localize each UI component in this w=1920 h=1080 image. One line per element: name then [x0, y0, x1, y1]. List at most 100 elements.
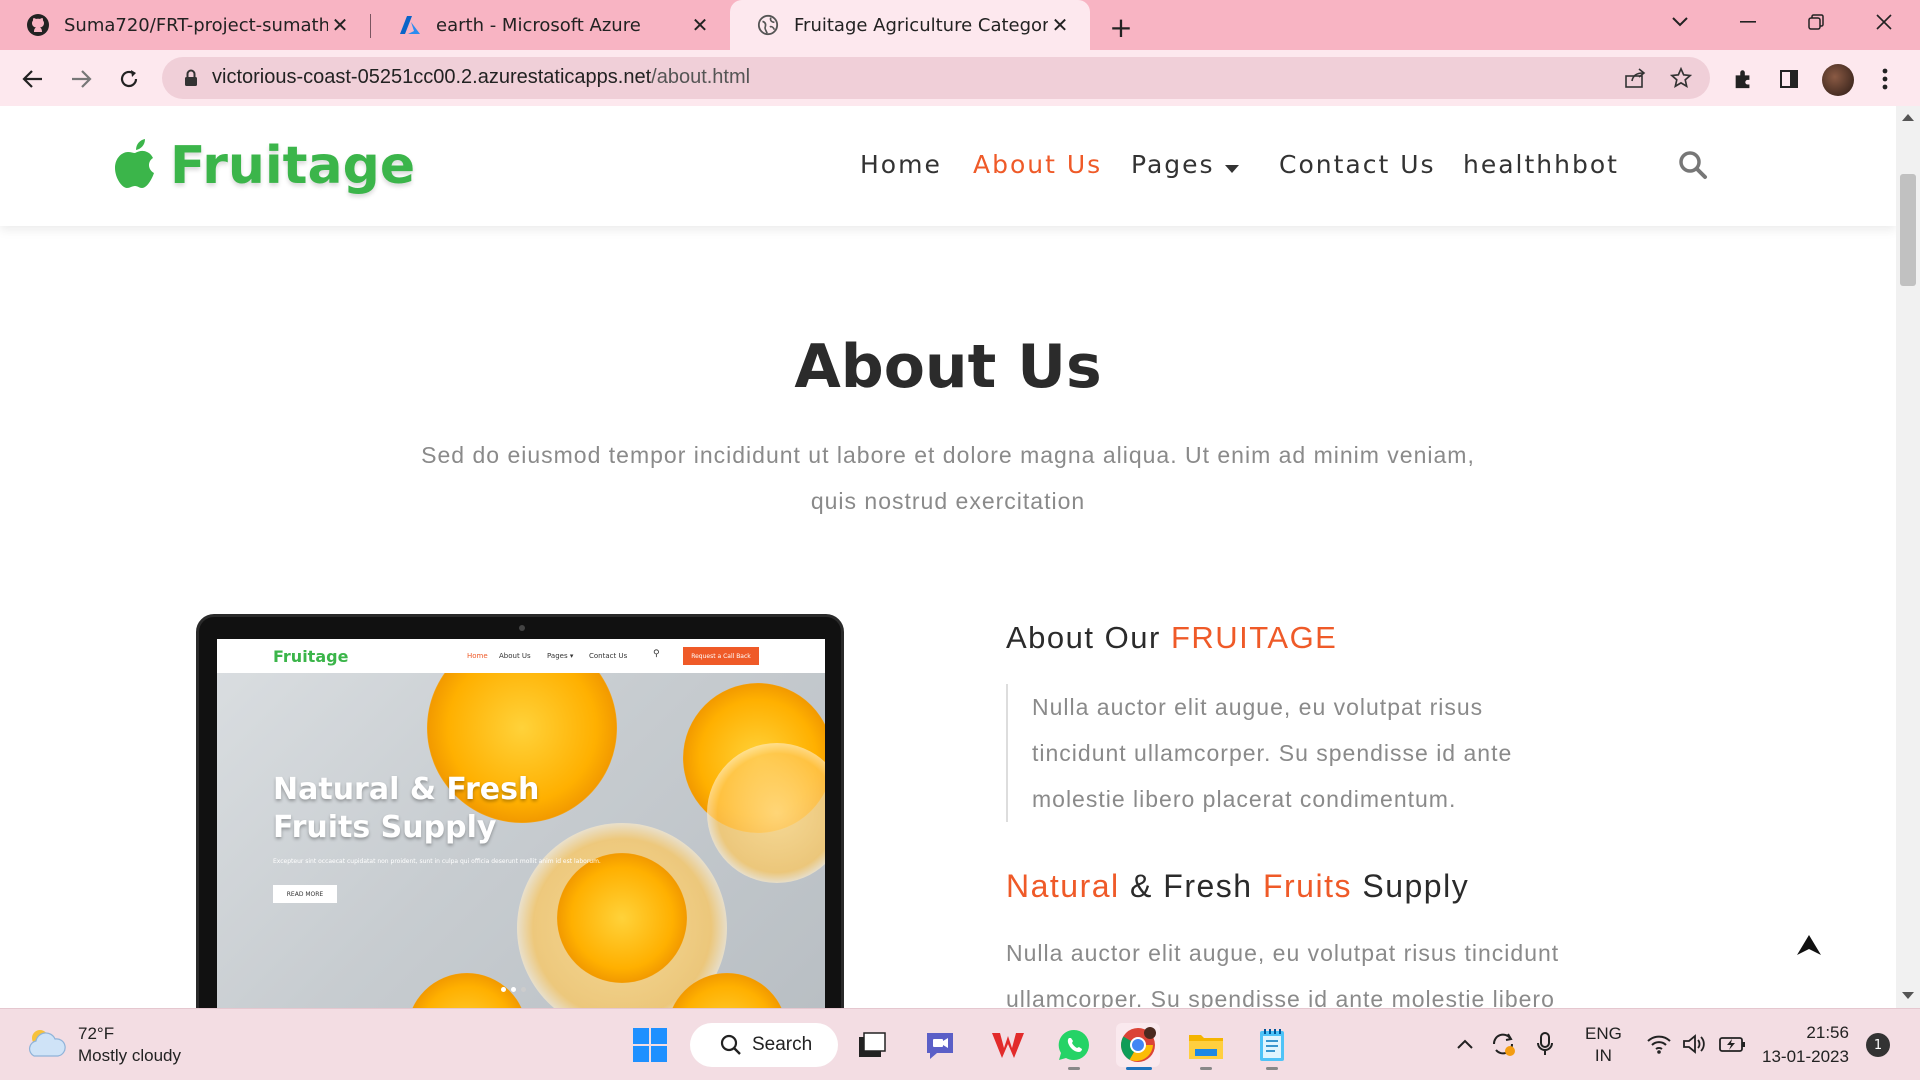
about-paragraph: Nulla auctor elit augue, eu volutpat ris…: [1006, 940, 1560, 1008]
page-scrollbar[interactable]: [1896, 106, 1920, 1008]
wifi-icon[interactable]: [1646, 1033, 1672, 1060]
search-icon[interactable]: [1678, 150, 1708, 184]
nav-pages[interactable]: Pages: [1131, 150, 1239, 179]
natural-fresh-heading: Natural & Fresh Fruits Supply: [1006, 868, 1469, 905]
tab-title: Suma720/FRT-project-sumathi: [64, 14, 328, 36]
whatsapp-icon[interactable]: [1052, 1023, 1096, 1067]
forward-button[interactable]: [64, 62, 98, 96]
menu-kebab-icon[interactable]: [1868, 62, 1902, 96]
heading-word: & Fresh: [1130, 868, 1253, 904]
scroll-thumb[interactable]: [1900, 174, 1916, 286]
task-view-icon[interactable]: [850, 1023, 894, 1067]
search-label: Search: [752, 1034, 813, 1055]
mockup-nav-item: Home: [467, 652, 488, 660]
chrome-icon[interactable]: [1116, 1023, 1160, 1067]
new-tab-button[interactable]: +: [1104, 10, 1138, 44]
taskbar-search[interactable]: Search: [690, 1023, 838, 1067]
address-bar[interactable]: victorious-coast-05251cc00.2.azurestatic…: [162, 57, 1710, 99]
weather-temp: 72°F: [78, 1024, 115, 1043]
heading-word: Fruits: [1262, 868, 1352, 904]
side-panel-icon[interactable]: [1772, 62, 1806, 96]
about-quote: Nulla auctor elit augue, eu volutpat ris…: [1006, 684, 1566, 822]
start-button[interactable]: [628, 1023, 672, 1067]
battery-icon[interactable]: [1718, 1035, 1746, 1058]
azure-icon: [398, 13, 422, 37]
region-code: IN: [1594, 1046, 1612, 1065]
mockup-hero-text: Excepteur sint occaecat cupidatat non pr…: [273, 858, 601, 865]
taskbar-clock[interactable]: 21:56 13-01-2023: [1762, 1021, 1849, 1069]
clock-time: 21:56: [1806, 1023, 1849, 1042]
hero-title-line: Natural & Fresh: [273, 772, 540, 807]
mockup-nav-item: Pages ▾: [547, 652, 574, 660]
bookmark-star-icon[interactable]: [1668, 65, 1694, 91]
mockup-search-icon: ⚲: [653, 649, 660, 659]
weather-desc: Mostly cloudy: [78, 1046, 181, 1065]
globe-icon: [756, 13, 780, 37]
notepad-icon[interactable]: [1250, 1023, 1294, 1067]
app-running-indicator: [1200, 1067, 1212, 1070]
browser-toolbar: victorious-coast-05251cc00.2.azurestatic…: [0, 50, 1920, 106]
mockup-cta: Request a Call Back: [683, 647, 759, 665]
scroll-up-arrow[interactable]: [1902, 114, 1914, 121]
mockup-logo: Fruitage: [273, 647, 349, 666]
site-logo[interactable]: Fruitage: [112, 136, 415, 196]
close-icon[interactable]: ✕: [1048, 13, 1072, 37]
back-button[interactable]: [16, 62, 50, 96]
url-text: victorious-coast-05251cc00.2.azurestatic…: [212, 66, 750, 89]
caret-down-icon: [1224, 164, 1239, 173]
section-title: About Us: [794, 332, 1102, 402]
logo-text: Fruitage: [170, 136, 416, 196]
close-window-button[interactable]: [1854, 0, 1914, 44]
laptop-mockup-image: Fruitage Home About Us Pages ▾ Contact U…: [196, 614, 844, 1008]
orange-slice: [557, 853, 687, 983]
nav-about-us[interactable]: About Us: [973, 150, 1102, 179]
nav-contact-us[interactable]: Contact Us: [1279, 150, 1436, 179]
nav-healthhbot[interactable]: healthhbot: [1463, 150, 1619, 179]
tab-title: earth - Microsoft Azure: [436, 14, 641, 36]
microphone-icon[interactable]: [1536, 1031, 1554, 1062]
wps-office-icon[interactable]: [986, 1023, 1030, 1067]
laptop-screen: Fruitage Home About Us Pages ▾ Contact U…: [217, 639, 825, 1008]
close-icon[interactable]: ✕: [328, 13, 352, 37]
file-explorer-icon[interactable]: [1184, 1023, 1228, 1067]
lock-icon[interactable]: [184, 69, 198, 91]
minimize-button[interactable]: [1718, 0, 1778, 44]
language-indicator[interactable]: ENG IN: [1585, 1023, 1622, 1067]
tab-title: Fruitage Agriculture Category Bo: [794, 14, 1048, 36]
section-subtitle: Sed do eiusmod tempor incididunt ut labo…: [421, 442, 1475, 514]
sync-icon[interactable]: [1490, 1031, 1516, 1062]
url-host: victorious-coast-05251cc00.2.azurestatic…: [212, 66, 652, 88]
search-icon: [720, 1034, 742, 1062]
weather-widget[interactable]: 72°F Mostly cloudy: [26, 1023, 181, 1067]
camera-dot: [519, 625, 525, 631]
mockup-nav-item: Contact Us: [589, 652, 628, 660]
heading-highlight: FRUITAGE: [1170, 620, 1338, 655]
clock-date: 13-01-2023: [1762, 1047, 1849, 1066]
reload-button[interactable]: [112, 62, 146, 96]
extensions-icon[interactable]: [1726, 62, 1760, 96]
hero-title-line: Fruits Supply: [273, 810, 497, 845]
nav-home[interactable]: Home: [860, 150, 942, 179]
github-icon: [26, 13, 50, 37]
page-viewport: Fruitage Home About Us Pages Contact Us …: [0, 106, 1896, 1008]
tab-github[interactable]: Suma720/FRT-project-sumathi ✕: [0, 0, 370, 50]
scroll-down-arrow[interactable]: [1902, 992, 1914, 999]
lang-code: ENG: [1585, 1024, 1622, 1043]
tab-fruitage[interactable]: Fruitage Agriculture Category Bo ✕: [730, 0, 1090, 50]
tab-azure[interactable]: earth - Microsoft Azure ✕: [372, 0, 730, 50]
close-icon[interactable]: ✕: [688, 13, 712, 37]
speaker-icon[interactable]: [1682, 1033, 1708, 1060]
heading-word: Natural: [1006, 868, 1120, 904]
notification-badge[interactable]: 1: [1866, 1033, 1890, 1057]
profile-avatar[interactable]: [1822, 64, 1854, 96]
chevron-up-icon[interactable]: [1456, 1035, 1474, 1055]
app-running-indicator: [1266, 1067, 1278, 1070]
tab-separator: [370, 14, 371, 38]
app-running-indicator: [1068, 1067, 1080, 1070]
restore-button[interactable]: [1786, 0, 1846, 44]
nav-pages-label: Pages: [1131, 150, 1215, 179]
share-icon[interactable]: [1622, 65, 1648, 91]
tab-search-icon[interactable]: [1650, 0, 1710, 44]
back-to-top-icon[interactable]: [1796, 934, 1822, 960]
teams-chat-icon[interactable]: [918, 1023, 962, 1067]
